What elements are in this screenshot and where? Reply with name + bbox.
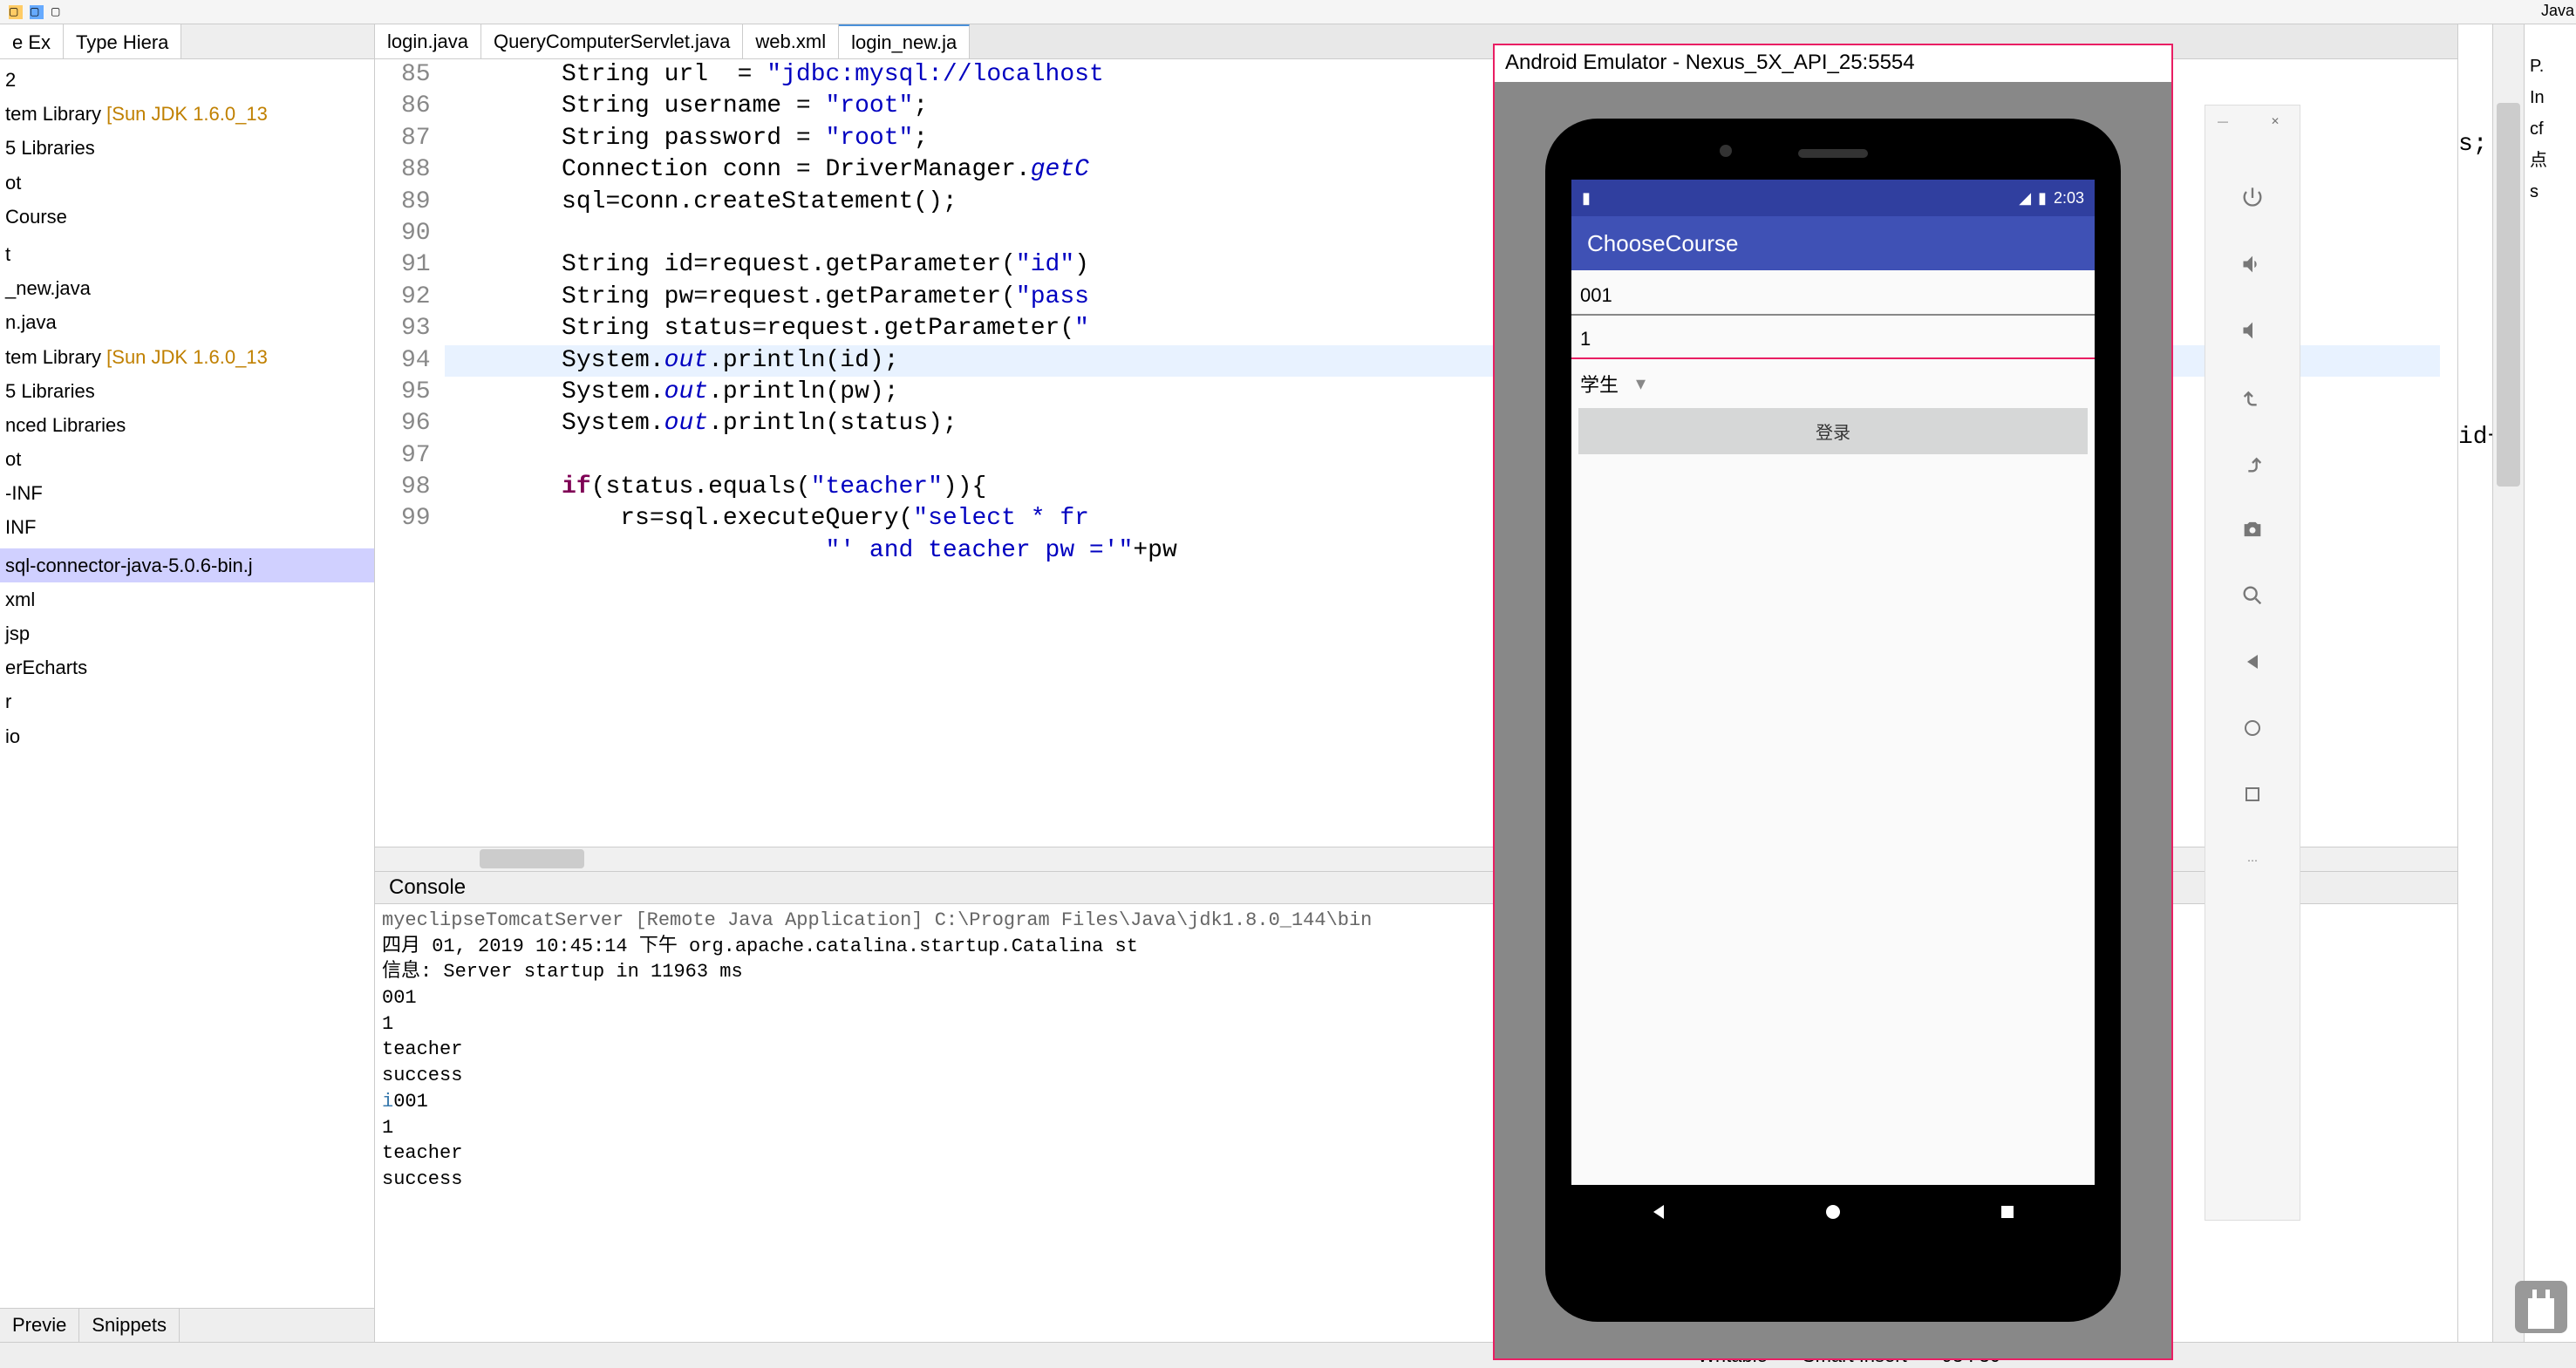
perspective-switch[interactable]: Java: [2541, 2, 2574, 20]
emulator-body: ▮ ◢ ▮ 2:03 ChooseCourse 学生 ▾: [1495, 82, 2171, 1358]
power-icon[interactable]: [2235, 180, 2270, 215]
tree-item[interactable]: Course: [0, 200, 374, 234]
android-nav-bar: [1571, 1185, 2095, 1239]
tree-item[interactable]: ot: [0, 442, 374, 476]
tree-item[interactable]: 5 Libraries: [0, 374, 374, 408]
preview-tab[interactable]: Previe: [0, 1309, 79, 1342]
android-status-bar: ▮ ◢ ▮ 2:03: [1571, 180, 2095, 216]
outline-label: s: [2530, 176, 2571, 208]
tree-item[interactable]: -INF: [0, 476, 374, 510]
code-fragment: s;: [2458, 129, 2492, 160]
tree-item[interactable]: nced Libraries: [0, 408, 374, 442]
tree-item[interactable]: t: [0, 237, 374, 271]
code-fragment: id+: [2458, 422, 2492, 453]
main-toolbar: ▢ ▢ ▢ Java: [0, 0, 2576, 24]
outline-label: In: [2530, 82, 2571, 113]
tree-item[interactable]: ot: [0, 166, 374, 200]
tree-item[interactable]: tem Library [Sun JDK 1.6.0_13: [0, 340, 374, 374]
tree-item[interactable]: xml: [0, 582, 374, 616]
outline-panel: P.Incf点s: [2524, 24, 2576, 1342]
role-spinner[interactable]: 学生 ▾: [1571, 364, 2095, 403]
overview-icon[interactable]: [2235, 777, 2270, 812]
type-hierarchy-tab[interactable]: Type Hiera: [64, 24, 181, 58]
tree-item[interactable]: 2: [0, 63, 374, 97]
usb-device-icon[interactable]: [2515, 1281, 2567, 1333]
console-tab-label[interactable]: Console: [389, 875, 466, 899]
dropdown-icon: ▾: [1636, 372, 1646, 395]
phone-device: ▮ ◢ ▮ 2:03 ChooseCourse 学生 ▾: [1545, 119, 2121, 1322]
tree-item[interactable]: r: [0, 684, 374, 718]
battery-icon: ▮: [2038, 189, 2047, 208]
java-perspective-label[interactable]: Java: [2541, 2, 2574, 20]
home-icon[interactable]: [2235, 711, 2270, 745]
back-button[interactable]: [1648, 1201, 1669, 1222]
project-tree[interactable]: 2tem Library [Sun JDK 1.6.0_13 5 Librari…: [0, 59, 374, 1308]
password-input[interactable]: [1571, 321, 2095, 359]
outline-label: P.: [2530, 51, 2571, 82]
outline-label: cf: [2530, 113, 2571, 145]
android-emulator-window[interactable]: Android Emulator - Nexus_5X_API_25:5554 …: [1493, 44, 2173, 1360]
volume-up-icon[interactable]: [2235, 247, 2270, 282]
app-title: ChooseCourse: [1587, 230, 1738, 257]
camera-icon[interactable]: [2235, 512, 2270, 547]
tree-item[interactable]: 5 Libraries: [0, 131, 374, 165]
more-icon[interactable]: ⋯: [2235, 843, 2270, 878]
tree-item[interactable]: tem Library [Sun JDK 1.6.0_13: [0, 97, 374, 131]
zoom-icon[interactable]: [2235, 578, 2270, 613]
editor-tab[interactable]: login.java: [375, 24, 481, 58]
emulator-title-bar[interactable]: Android Emulator - Nexus_5X_API_25:5554: [1495, 45, 2171, 82]
tree-item[interactable]: INF: [0, 510, 374, 544]
clock-label: 2:03: [2054, 189, 2084, 208]
tree-item[interactable]: jsp: [0, 616, 374, 650]
editor-right-sliver: s; id+: [2457, 24, 2492, 1342]
phone-screen[interactable]: ▮ ◢ ▮ 2:03 ChooseCourse 学生 ▾: [1571, 180, 2095, 1239]
scrollbar-thumb[interactable]: [2497, 103, 2520, 487]
scrollbar-thumb[interactable]: [480, 849, 584, 868]
back-icon[interactable]: [2235, 644, 2270, 679]
tree-item[interactable]: _new.java: [0, 271, 374, 305]
line-gutter: 858687888990919293949596979899: [375, 59, 445, 847]
phone-camera: [1720, 145, 1732, 157]
editor-tab[interactable]: login_new.ja: [839, 24, 970, 58]
spinner-value: 学生: [1580, 370, 1619, 398]
close-icon[interactable]: ✕: [2258, 104, 2293, 139]
emulator-toolbar: — ✕ ⋯: [2205, 105, 2300, 1221]
id-input[interactable]: [1571, 277, 2095, 316]
rotate-right-icon[interactable]: [2235, 446, 2270, 480]
login-button[interactable]: 登录: [1578, 408, 2088, 454]
toolbar-icon[interactable]: ▢: [30, 5, 44, 19]
tree-item[interactable]: erEcharts: [0, 650, 374, 684]
status-bar: Writable Smart Insert 93 : 30: [0, 1342, 2576, 1368]
home-button[interactable]: [1823, 1201, 1843, 1222]
tree-item[interactable]: io: [0, 719, 374, 753]
signal-icon: ◢: [2019, 189, 2031, 208]
package-explorer-tab[interactable]: e Ex: [0, 24, 64, 58]
volume-down-icon[interactable]: [2235, 313, 2270, 348]
editor-tab[interactable]: web.xml: [743, 24, 839, 58]
phone-speaker: [1798, 149, 1868, 158]
recents-button[interactable]: [1997, 1201, 2018, 1222]
toolbar-icon[interactable]: ▢: [9, 5, 23, 19]
rotate-left-icon[interactable]: [2235, 379, 2270, 414]
editor-vertical-scrollbar[interactable]: [2492, 24, 2524, 1342]
tree-item[interactable]: n.java: [0, 305, 374, 339]
editor-tab[interactable]: QueryComputerServlet.java: [481, 24, 743, 58]
minimize-icon[interactable]: —: [2205, 104, 2240, 139]
toolbar-icon[interactable]: ▢: [51, 5, 65, 19]
notification-icon: ▮: [1582, 189, 1591, 208]
snippets-tab[interactable]: Snippets: [79, 1309, 180, 1342]
tree-item[interactable]: sql-connector-java-5.0.6-bin.j: [0, 548, 374, 582]
app-action-bar: ChooseCourse: [1571, 216, 2095, 270]
package-explorer: e Ex Type Hiera 2tem Library [Sun JDK 1.…: [0, 24, 375, 1342]
outline-label: 点: [2530, 145, 2571, 176]
